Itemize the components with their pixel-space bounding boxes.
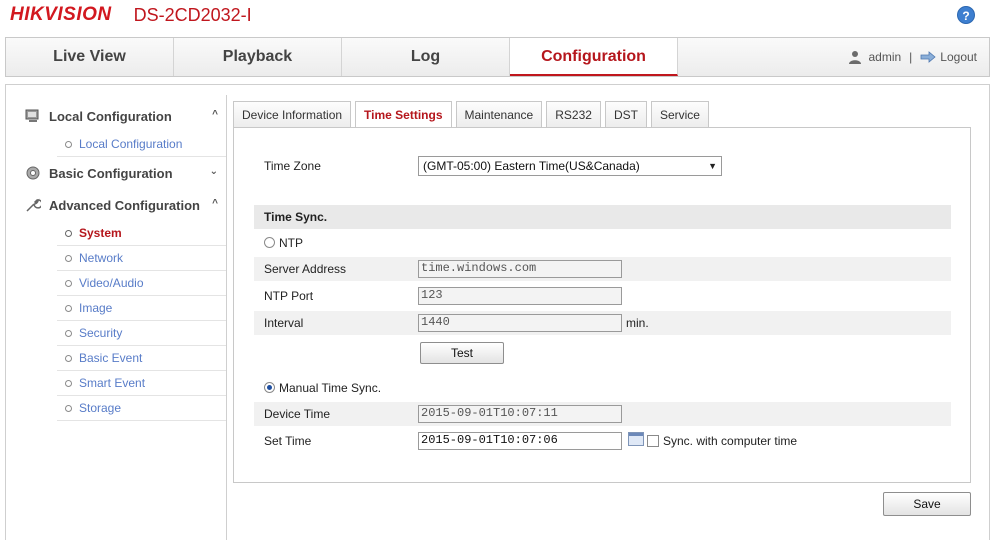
sidebar-item-label: Basic Event [79,351,143,365]
ntp-row: NTP [254,231,951,255]
sidebar-section-label: Basic Configuration [49,165,173,181]
user-icon [849,51,862,64]
wrench-icon [26,198,41,212]
set-time-row: Set Time 2015-09-01T10:07:06 Sync. with … [254,429,951,453]
nav-log[interactable]: Log [342,38,510,76]
server-address-row: Server Address time.windows.com [254,257,951,281]
sidebar-item-label: Storage [79,401,122,415]
sidebar-item-image[interactable]: Image [57,296,226,321]
bullet-icon [65,330,72,337]
settings-tabs: Device Information Time Settings Mainten… [233,101,713,129]
chevron-down-icon: ⌄ [209,166,218,177]
nav-separator: | [909,50,913,64]
sidebar-item-basic-event[interactable]: Basic Event [57,346,226,371]
sidebar-section-advanced[interactable]: Advanced Configuration ^ [15,189,226,221]
server-address-input[interactable]: time.windows.com [418,260,622,278]
logout-link[interactable]: Logout [940,50,977,64]
bullet-icon [65,355,72,362]
tab-service[interactable]: Service [650,101,709,128]
sidebar-item-label: Network [79,251,124,265]
bullet-icon [65,305,72,312]
tab-dst[interactable]: DST [604,101,647,128]
nav-playback[interactable]: Playback [174,38,342,76]
save-button[interactable]: Save [883,492,971,516]
sidebar-item-smart-event[interactable]: Smart Event [57,371,226,396]
manual-sync-option: Manual Time Sync. [264,381,381,395]
hikvision-logo: HIKVISION [10,4,112,25]
brand-header: HIKVISION DS-2CD2032-I [10,2,252,28]
bullet-icon [65,280,72,287]
username: admin [868,50,902,64]
gear-icon [26,166,40,180]
tab-device-information[interactable]: Device Information [233,101,352,128]
page: HIKVISION DS-2CD2032-I ? Live View Playb… [0,0,1000,540]
sidebar-section-basic[interactable]: Basic Configuration ⌄ [15,157,226,189]
ntp-port-label: NTP Port [264,289,314,303]
sidebar-item-label: System [79,226,122,240]
device-model: DS-2CD2032-I [133,4,252,25]
server-address-label: Server Address [264,262,347,276]
time-zone-label: Time Zone [264,159,321,173]
sidebar-item-label: Smart Event [79,376,146,390]
time-zone-row: Time Zone (GMT-05:00) Eastern Time(US&Ca… [254,154,951,178]
tab-rs232[interactable]: RS232 [546,101,601,128]
computer-icon [25,109,39,122]
interval-label: Interval [264,316,304,330]
dropdown-arrow-icon: ▼ [708,161,717,171]
sync-computer-time-checkbox[interactable] [647,435,659,447]
time-sync-header: Time Sync. [254,205,951,229]
calendar-icon[interactable] [628,432,644,446]
ntp-label: NTP [279,236,303,250]
test-button[interactable]: Test [420,342,504,364]
device-time-row: Device Time 2015-09-01T10:07:11 [254,402,951,426]
sidebar-item-label: Image [79,301,113,315]
time-zone-value: (GMT-05:00) Eastern Time(US&Canada) [423,159,640,173]
sidebar-item-security[interactable]: Security [57,321,226,346]
set-time-input[interactable]: 2015-09-01T10:07:06 [418,432,622,450]
bullet-icon [65,230,72,237]
manual-sync-label: Manual Time Sync. [279,381,382,395]
manual-sync-row: Manual Time Sync. [254,376,951,400]
sidebar: Local Configuration ^ Local Configuratio… [15,95,227,540]
sidebar-section-local[interactable]: Local Configuration ^ [15,100,226,132]
logout-icon[interactable] [920,51,936,63]
tab-maintenance[interactable]: Maintenance [455,101,543,128]
ntp-port-row: NTP Port 123 [254,284,951,308]
interval-row: Interval 1440 min. [254,311,951,335]
sidebar-item-label: Video/Audio [79,276,144,290]
nav-configuration[interactable]: Configuration [510,38,678,76]
bullet-icon [65,405,72,412]
sidebar-section-label: Local Configuration [49,108,172,124]
sidebar-item-network[interactable]: Network [57,246,226,271]
sidebar-item-storage[interactable]: Storage [57,396,226,421]
device-time-label: Device Time [264,407,331,421]
time-zone-select[interactable]: (GMT-05:00) Eastern Time(US&Canada) ▼ [418,156,722,176]
help-icon[interactable]: ? [957,6,975,24]
chevron-up-icon: ^ [212,198,218,209]
sidebar-item-label: Local Configuration [79,137,183,151]
ntp-radio[interactable] [264,237,275,248]
set-time-label: Set Time [264,434,312,448]
sidebar-section-label: Advanced Configuration [49,197,200,213]
sidebar-item-system[interactable]: System [57,221,226,246]
bullet-icon [65,255,72,262]
time-settings-panel: Time Zone (GMT-05:00) Eastern Time(US&Ca… [233,127,971,483]
ntp-port-input[interactable]: 123 [418,287,622,305]
interval-unit: min. [626,316,649,330]
ntp-option: NTP [264,236,303,250]
sidebar-item-label: Security [79,326,123,340]
interval-input[interactable]: 1440 [418,314,622,332]
manual-sync-radio[interactable] [264,382,275,393]
sync-computer-time-label: Sync. with computer time [663,434,798,448]
nav-live-view[interactable]: Live View [6,38,174,76]
tab-time-settings[interactable]: Time Settings [355,101,452,129]
bullet-icon [65,380,72,387]
device-time-input: 2015-09-01T10:07:11 [418,405,622,423]
chevron-up-icon: ^ [212,109,218,120]
bullet-icon [65,141,72,148]
top-nav: Live View Playback Log Configuration adm… [5,37,990,77]
sidebar-item-video-audio[interactable]: Video/Audio [57,271,226,296]
sidebar-item-local-configuration[interactable]: Local Configuration [57,132,226,157]
user-area: admin | Logout [848,38,977,76]
